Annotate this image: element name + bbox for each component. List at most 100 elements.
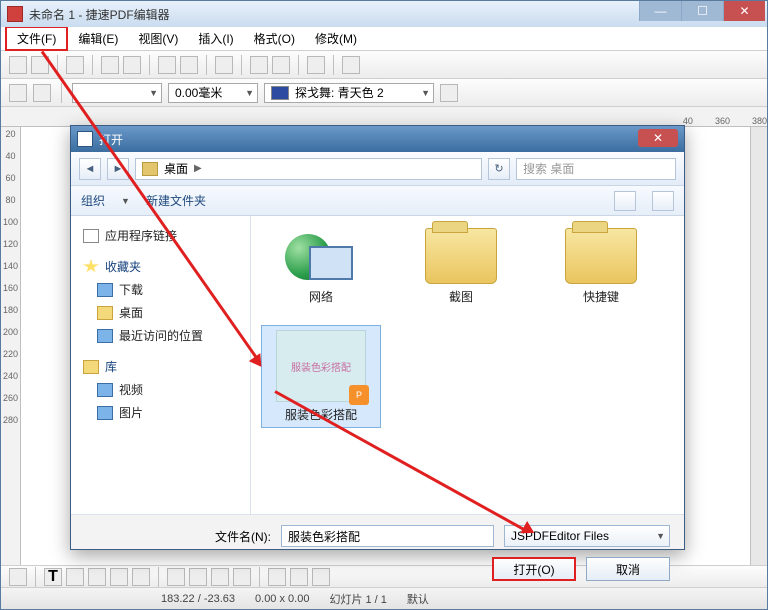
breadcrumb[interactable]: 桌面 ▶ <box>135 158 482 180</box>
new-icon[interactable] <box>9 56 27 74</box>
save-icon[interactable] <box>66 56 84 74</box>
filename-input[interactable] <box>281 525 494 547</box>
search-placeholder: 搜索 桌面 <box>523 160 574 177</box>
arrow-icon[interactable] <box>9 84 27 102</box>
breadcrumb-text: 桌面 <box>164 160 188 177</box>
menu-file[interactable]: 文件(F) <box>5 26 68 51</box>
refresh-icon[interactable] <box>440 84 458 102</box>
ruler-tick: 100 <box>3 217 18 227</box>
chevron-right-icon: ▶ <box>194 163 202 174</box>
undo-icon[interactable] <box>250 56 268 74</box>
ruler-tick: 180 <box>3 305 18 315</box>
doc-icon <box>83 229 99 243</box>
download-icon <box>97 283 113 297</box>
table-icon[interactable] <box>307 56 325 74</box>
menu-edit[interactable]: 编辑(E) <box>68 28 128 49</box>
dialog-close-button[interactable]: ✕ <box>638 129 678 147</box>
file-label: 快捷键 <box>583 288 619 305</box>
maximize-button[interactable]: ☐ <box>681 1 723 21</box>
text-icon[interactable]: T <box>44 568 62 586</box>
measurement-combo[interactable]: 0.00毫米▼ <box>168 83 258 103</box>
file-list[interactable]: 网络 截图 快捷键 服装色彩搭配 P 服装色彩搭配 <box>251 216 684 514</box>
menu-format[interactable]: 格式(O) <box>244 28 305 49</box>
folder-icon <box>565 228 637 284</box>
open-button[interactable]: 打开(O) <box>492 557 576 581</box>
cut-icon[interactable] <box>158 56 176 74</box>
view-mode-button[interactable] <box>614 191 636 211</box>
paste-icon[interactable] <box>215 56 233 74</box>
sidebar-group-favorites[interactable]: 收藏夹 <box>83 255 250 278</box>
zoom-icon[interactable] <box>342 56 360 74</box>
desktop-icon <box>142 162 158 176</box>
main-title: 未命名 1 - 捷速PDF编辑器 <box>29 6 170 23</box>
sidebar-item-label: 最近访问的位置 <box>119 327 203 344</box>
app-icon <box>7 6 23 22</box>
ruler-tick: 380 <box>752 116 767 126</box>
print-icon[interactable] <box>123 56 141 74</box>
ruler-tick: 200 <box>3 327 18 337</box>
sidebar-item-recent[interactable]: 最近访问的位置 <box>83 324 250 347</box>
pdf-export-icon[interactable] <box>101 56 119 74</box>
newfolder-button[interactable]: 新建文件夹 <box>146 192 206 209</box>
folder-icon <box>425 228 497 284</box>
file-shortcut[interactable]: 快捷键 <box>541 228 661 305</box>
sidebar-item-downloads[interactable]: 下载 <box>83 278 250 301</box>
file-screenshot[interactable]: 截图 <box>401 228 521 305</box>
toolbar-secondary: ▼ 0.00毫米▼ 探戈舞: 青天色 2▼ <box>1 79 767 107</box>
open-dialog: 打开 ✕ ◄ ► 桌面 ▶ ↻ 搜索 桌面 组织 ▼ 新建文件夹 应用程序链接 … <box>70 125 685 550</box>
nav-back-button[interactable]: ◄ <box>79 158 101 180</box>
ruler-tick: 220 <box>3 349 18 359</box>
chevron-down-icon: ▼ <box>149 88 158 98</box>
sidebar-item-pictures[interactable]: 图片 <box>83 401 250 424</box>
view-help-button[interactable] <box>652 191 674 211</box>
pdf-thumbnail: 服装色彩搭配 P <box>276 330 366 402</box>
file-label: 截图 <box>449 288 473 305</box>
sidebar-item-label: 下载 <box>119 281 143 298</box>
status-default: 默认 <box>407 591 429 607</box>
cancel-button[interactable]: 取消 <box>586 557 670 581</box>
color-swatch <box>271 86 289 100</box>
menubar: 文件(F) 编辑(E) 视图(V) 插入(I) 格式(O) 修改(M) <box>1 27 767 51</box>
color-combo[interactable]: 探戈舞: 青天色 2▼ <box>264 83 434 103</box>
file-network[interactable]: 网络 <box>261 228 381 305</box>
redo-icon[interactable] <box>272 56 290 74</box>
ruler-tick: 260 <box>3 393 18 403</box>
vertical-scrollbar[interactable] <box>750 127 767 565</box>
ruler-tick: 20 <box>5 129 15 139</box>
menu-view[interactable]: 视图(V) <box>128 28 188 49</box>
separator <box>333 55 334 75</box>
status-size: 0.00 x 0.00 <box>255 593 309 605</box>
minimize-button[interactable]: — <box>639 1 681 21</box>
refresh-button[interactable]: ↻ <box>488 158 510 180</box>
sidebar-item-video[interactable]: 视频 <box>83 378 250 401</box>
dialog-titlebar: 打开 ✕ <box>71 126 684 152</box>
sidebar-group-library[interactable]: 库 <box>83 355 250 378</box>
copy-icon[interactable] <box>180 56 198 74</box>
dialog-bottom: 文件名(N): JSPDFEditor Files▼ 打开(O) 取消 <box>71 514 684 580</box>
video-icon <box>97 383 113 397</box>
line-style-combo[interactable]: ▼ <box>72 83 162 103</box>
separator <box>61 83 62 103</box>
menu-modify[interactable]: 修改(M) <box>305 28 367 49</box>
file-selected-pdf[interactable]: 服装色彩搭配 P 服装色彩搭配 <box>261 325 381 428</box>
ruler-tick: 280 <box>3 415 18 425</box>
network-icon <box>285 228 357 284</box>
ruler-tick: 80 <box>5 195 15 205</box>
organize-button[interactable]: 组织 <box>81 192 105 209</box>
dialog-toolbar: 组织 ▼ 新建文件夹 <box>71 186 684 216</box>
ruler-tick: 120 <box>3 239 18 249</box>
sidebar-item-label: 桌面 <box>119 304 143 321</box>
line-icon[interactable] <box>33 84 51 102</box>
pdf-badge-icon: P <box>349 385 369 405</box>
statusbar: 183.22 / -23.63 0.00 x 0.00 幻灯片 1 / 1 默认 <box>1 587 767 609</box>
pointer-icon[interactable] <box>9 568 27 586</box>
sidebar-item-label: 视频 <box>119 381 143 398</box>
separator <box>149 55 150 75</box>
menu-insert[interactable]: 插入(I) <box>188 28 243 49</box>
search-input[interactable]: 搜索 桌面 <box>516 158 676 180</box>
ruler-tick: 160 <box>3 283 18 293</box>
ruler-tick: 140 <box>3 261 18 271</box>
ruler-tick: 360 <box>715 116 730 126</box>
close-button[interactable]: ✕ <box>723 1 765 21</box>
file-label: 网络 <box>309 288 333 305</box>
